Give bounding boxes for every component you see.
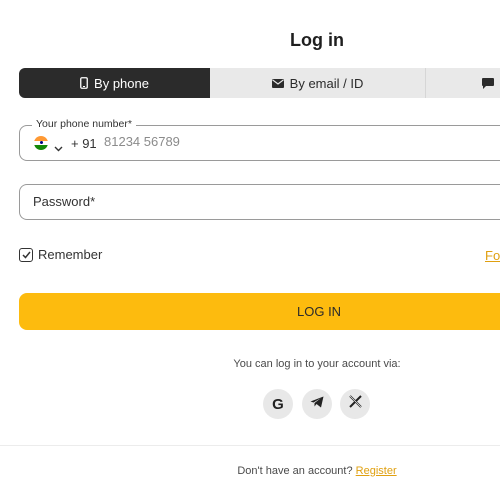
login-method-tabs: By phone By email / ID <box>19 68 500 98</box>
login-button[interactable]: LOG IN <box>19 293 500 330</box>
footer-divider <box>0 445 500 446</box>
page-title: Log in <box>290 30 344 50</box>
chevron-down-icon[interactable] <box>54 139 63 157</box>
password-input[interactable] <box>33 194 333 209</box>
checkmark-icon[interactable] <box>19 247 33 262</box>
remember-label: Remember <box>38 247 103 262</box>
tab-by-phone-label: By phone <box>94 75 149 91</box>
tab-by-email-label: By email / ID <box>289 75 364 91</box>
phone-input[interactable] <box>104 134 404 149</box>
forgot-password-link[interactable]: Fo <box>485 248 500 263</box>
password-field <box>19 184 500 220</box>
india-flag-icon[interactable] <box>34 136 48 150</box>
envelope-icon <box>271 78 284 88</box>
phone-field: Your phone number* + 91 <box>19 118 500 161</box>
x-login-button[interactable] <box>340 389 370 419</box>
country-code: + 91 <box>71 136 97 151</box>
x-icon <box>348 395 362 413</box>
register-prompt: Don't have an account? Register <box>0 465 500 477</box>
tab-by-email[interactable]: By email / ID <box>210 68 426 98</box>
register-prompt-text: Don't have an account? <box>237 465 353 477</box>
telegram-icon <box>310 395 324 413</box>
tab-by-messenger[interactable] <box>426 68 500 98</box>
social-login-caption: You can log in to your account via: <box>233 358 401 370</box>
remember-checkbox[interactable]: Remember <box>19 247 102 262</box>
register-link[interactable]: Register <box>356 465 397 477</box>
phone-icon <box>80 77 88 89</box>
phone-field-label: Your phone number* <box>32 118 136 130</box>
telegram-login-button[interactable] <box>302 389 332 419</box>
tab-by-phone[interactable]: By phone <box>19 68 210 98</box>
chat-icon <box>482 77 494 89</box>
google-login-button[interactable]: G <box>263 389 293 419</box>
google-icon: G <box>272 395 284 413</box>
